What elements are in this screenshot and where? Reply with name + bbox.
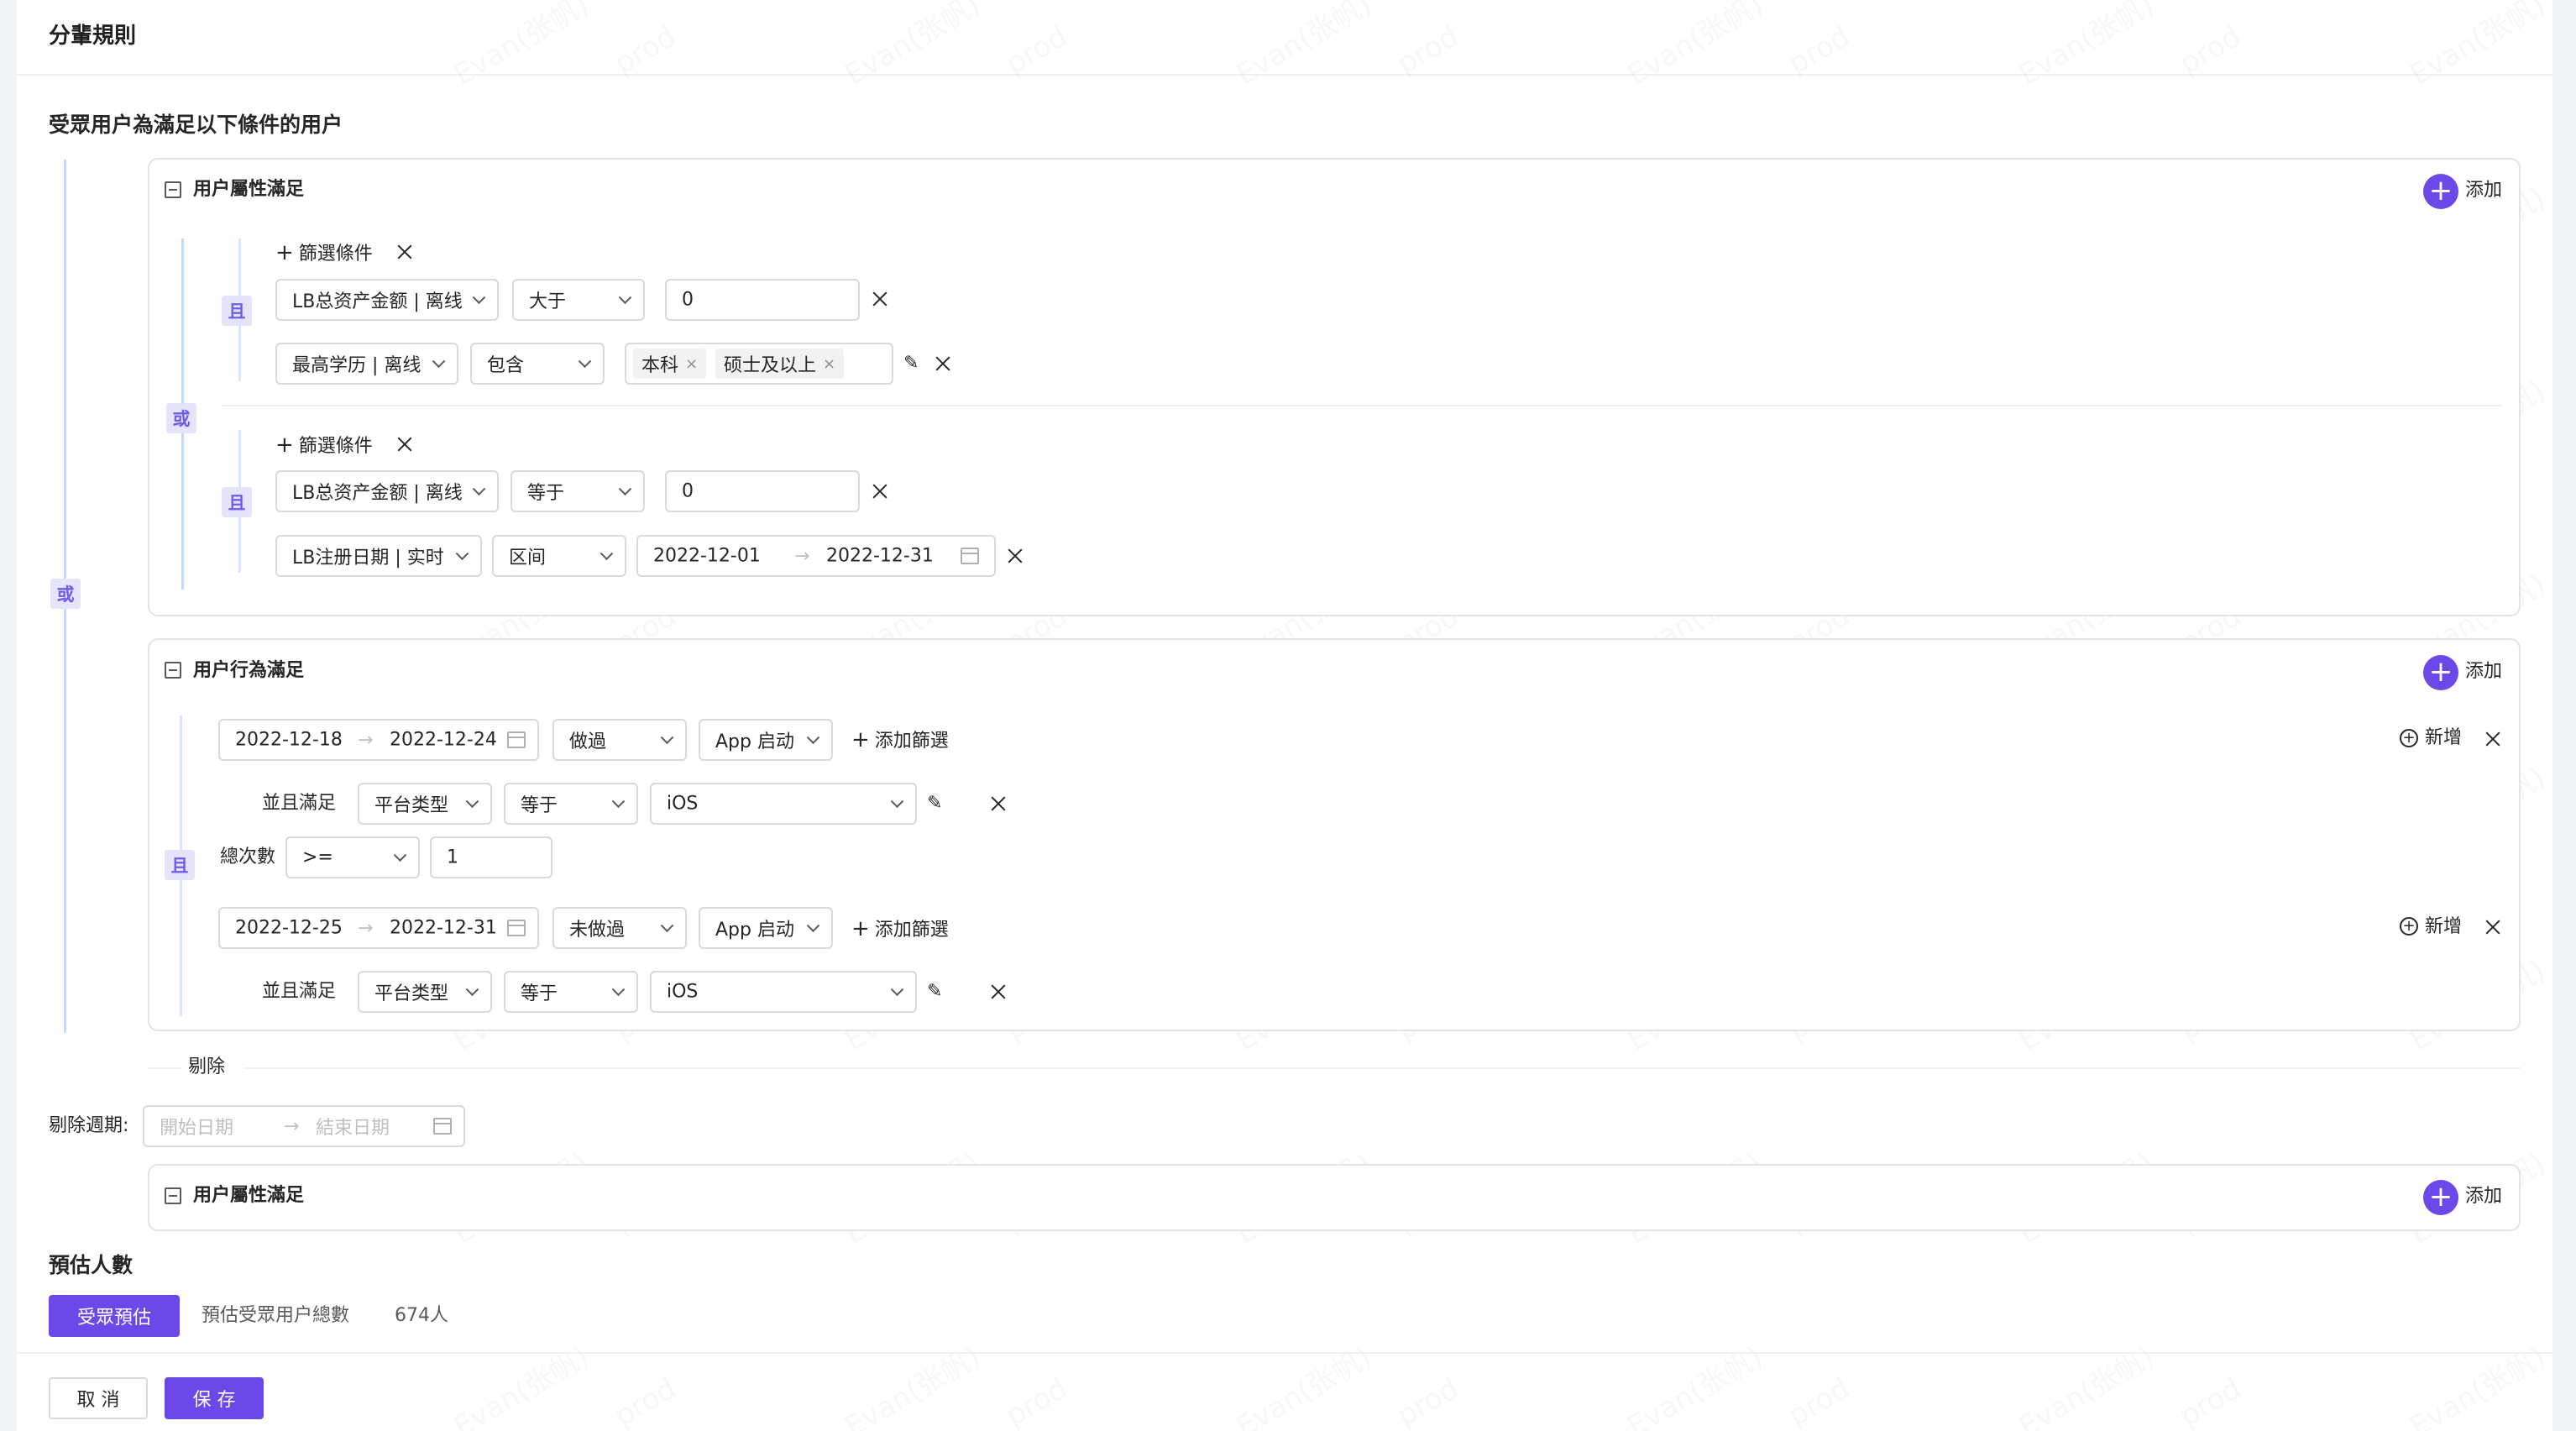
total-operator-select[interactable]: >=	[285, 836, 420, 878]
sub-value-select[interactable]: iOS	[650, 971, 917, 1013]
sub-field-select[interactable]: 平台类型	[358, 783, 492, 825]
outer-relation-toggle[interactable]: 或	[50, 579, 81, 609]
header-divider	[17, 74, 2552, 76]
plus-circle-icon[interactable]: +	[2400, 729, 2418, 747]
group-divider	[222, 405, 2502, 406]
sub-label: 並且滿足	[262, 793, 337, 814]
behavior-relation[interactable]: 且	[165, 850, 195, 880]
close-icon[interactable]	[989, 794, 1008, 813]
field-select[interactable]: 最高学历 | 离线	[275, 343, 458, 385]
close-icon[interactable]	[989, 983, 1008, 1001]
estimate-total-value: 674人	[395, 1305, 448, 1326]
tag-chip: 硕士及以上 ×	[715, 349, 845, 379]
tag-chip: 本科 ×	[633, 349, 707, 379]
group1-relation[interactable]: 且	[222, 296, 252, 326]
did-select[interactable]: 做過	[552, 719, 687, 761]
exclude-label: 剔除	[188, 1056, 226, 1077]
add-icon[interactable]: +	[2423, 174, 2458, 209]
operator-select[interactable]: 区间	[492, 535, 626, 577]
add-filter-link[interactable]: + 添加篩選	[851, 729, 949, 751]
did-select[interactable]: 未做過	[552, 907, 687, 949]
exclude-attr-block	[148, 1164, 2521, 1231]
exclude-period-label: 剔除週期:	[49, 1115, 129, 1136]
event-select[interactable]: App 启动	[699, 719, 833, 761]
calendar-icon	[433, 1118, 452, 1135]
exclude-add-label[interactable]: 添加	[2465, 1187, 2502, 1206]
operator-select[interactable]: 大于	[512, 279, 645, 321]
cancel-button[interactable]: 取 消	[49, 1377, 148, 1419]
collapse-icon[interactable]	[165, 1187, 181, 1204]
calendar-icon	[961, 548, 979, 564]
date-range-picker[interactable]: 2022-12-25 → 2022-12-31	[218, 907, 539, 949]
add-icon[interactable]: +	[2423, 655, 2458, 690]
new-label[interactable]: 新增	[2425, 918, 2462, 936]
add-icon[interactable]: +	[2423, 1180, 2458, 1215]
attr-block-title: 用户屬性滿足	[193, 179, 305, 200]
estimate-button[interactable]: 受眾預估	[49, 1295, 180, 1337]
tag-remove-icon[interactable]: ×	[823, 355, 835, 373]
collapse-icon[interactable]	[165, 181, 181, 198]
date-range-picker[interactable]: 2022-12-01 → 2022-12-31	[636, 535, 996, 577]
segment-rule-page: Evan(张帆)prodEvan(张帆)prodEvan(张帆)prodEvan…	[0, 0, 2576, 1431]
sub-operator-select[interactable]: 等于	[504, 971, 638, 1013]
calendar-icon	[507, 731, 526, 748]
edit-icon[interactable]: ✎	[903, 354, 922, 373]
behavior-block	[148, 638, 2521, 1031]
exclude-divider-right	[243, 1067, 2521, 1069]
close-icon[interactable]	[395, 243, 414, 261]
group1-add-filter[interactable]: + 篩選條件	[275, 242, 373, 264]
plus-circle-icon[interactable]: +	[2400, 917, 2418, 936]
close-icon[interactable]	[871, 290, 889, 308]
operator-select[interactable]: 包含	[470, 343, 605, 385]
attr-inner-relation[interactable]: 或	[166, 403, 196, 433]
close-icon[interactable]	[2484, 918, 2502, 936]
add-filter-link[interactable]: + 添加篩選	[851, 918, 949, 940]
save-button[interactable]: 保 存	[165, 1377, 264, 1419]
sub-value-select[interactable]: iOS	[650, 783, 917, 825]
estimate-heading: 預估人數	[49, 1253, 134, 1277]
edit-icon[interactable]: ✎	[927, 794, 945, 813]
group2-relation[interactable]: 且	[222, 487, 252, 517]
close-icon[interactable]	[395, 435, 414, 453]
exclude-block-title: 用户屬性滿足	[193, 1185, 305, 1206]
sub-label: 並且滿足	[262, 981, 337, 1002]
field-select[interactable]: LB总资产金额 | 离线	[275, 279, 499, 321]
footer-divider	[17, 1352, 2552, 1354]
close-icon[interactable]	[934, 354, 952, 373]
page-title: 分輩規則	[49, 24, 137, 49]
behavior-add-label[interactable]: 添加	[2465, 663, 2502, 681]
date-range-picker[interactable]: 2022-12-18 → 2022-12-24	[218, 719, 539, 761]
edit-icon[interactable]: ✎	[927, 983, 945, 1001]
close-icon[interactable]	[871, 482, 889, 501]
audience-heading: 受眾用户為滿足以下條件的用户	[49, 113, 343, 137]
field-select[interactable]: LB注册日期 | 实时	[275, 535, 482, 577]
operator-select[interactable]: 等于	[510, 470, 645, 512]
exclude-date-range[interactable]: 開始日期 → 結束日期	[143, 1105, 465, 1147]
collapse-icon[interactable]	[165, 662, 181, 679]
attr-add-label[interactable]: 添加	[2465, 181, 2502, 200]
group2-add-filter[interactable]: + 篩選條件	[275, 434, 373, 456]
close-icon[interactable]	[2484, 730, 2502, 748]
event-select[interactable]: App 启动	[699, 907, 833, 949]
new-label[interactable]: 新增	[2425, 729, 2462, 747]
value-input[interactable]: 0	[665, 470, 860, 512]
close-icon[interactable]	[1006, 547, 1024, 565]
exclude-divider-left	[148, 1067, 181, 1069]
field-select[interactable]: LB总资产金额 | 离线	[275, 470, 499, 512]
estimate-total-label: 預估受眾用户總數	[202, 1305, 350, 1326]
tag-remove-icon[interactable]: ×	[685, 355, 698, 373]
sub-operator-select[interactable]: 等于	[504, 783, 638, 825]
total-value-input[interactable]: 1	[430, 836, 552, 878]
calendar-icon	[507, 920, 526, 936]
behavior-block-title: 用户行為滿足	[193, 660, 305, 681]
sub-field-select[interactable]: 平台类型	[358, 971, 492, 1013]
value-input[interactable]: 0	[665, 279, 860, 321]
total-label: 總次數	[220, 847, 276, 868]
